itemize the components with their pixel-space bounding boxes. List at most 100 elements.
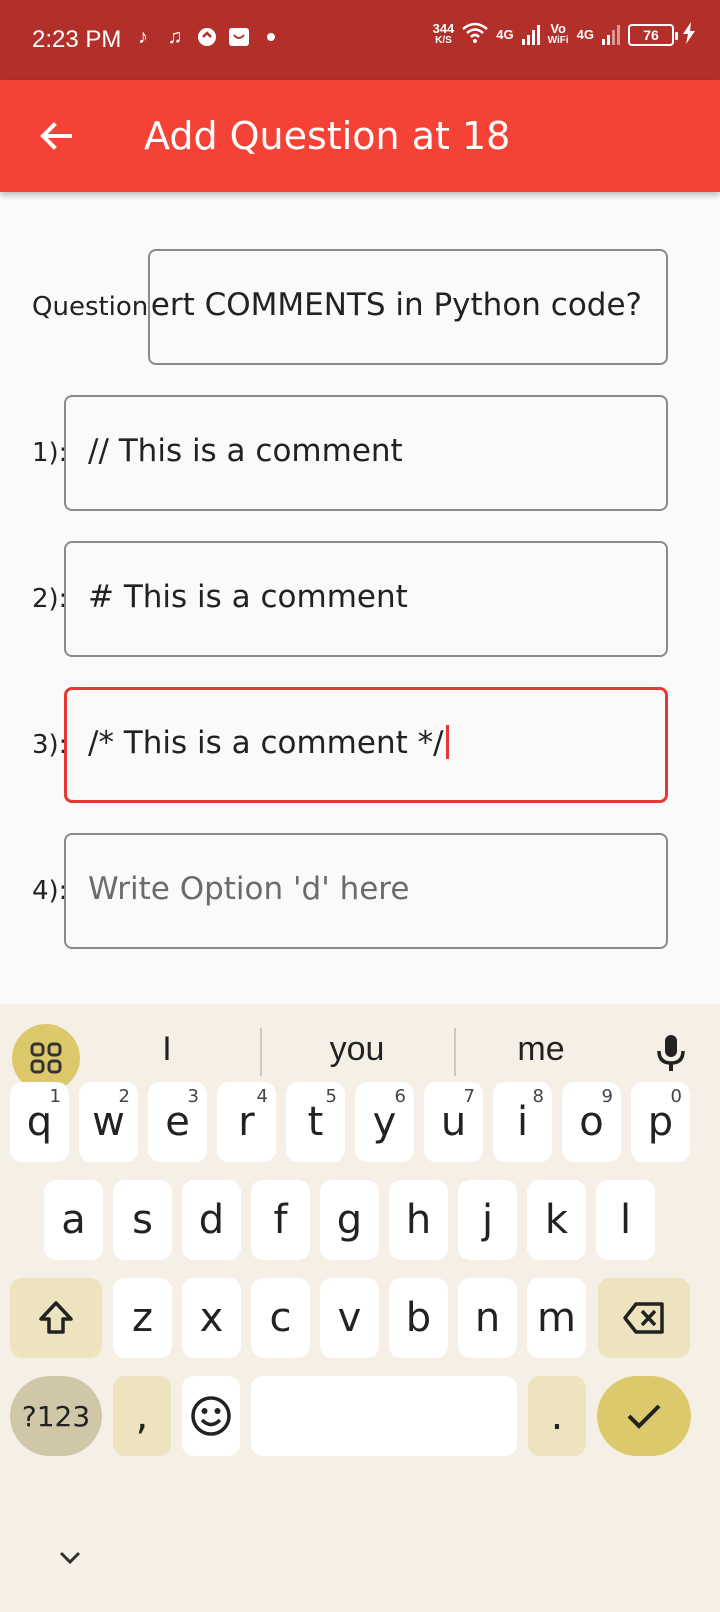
- key-label: h: [405, 1197, 432, 1243]
- key-n[interactable]: n: [458, 1278, 517, 1358]
- microphone-icon: [657, 1035, 685, 1071]
- key-label: i: [516, 1099, 529, 1145]
- key-number-hint: 9: [601, 1086, 613, 1107]
- space-key[interactable]: [251, 1376, 517, 1456]
- option-3-value: /* This is a comment */: [88, 725, 444, 761]
- back-button[interactable]: [28, 108, 84, 164]
- key-b[interactable]: b: [389, 1278, 448, 1358]
- system-indicators: 344 K/S 4G Vo WiFi 4G 76: [433, 22, 696, 47]
- suggestion-1[interactable]: I: [92, 1030, 242, 1069]
- key-d[interactable]: d: [182, 1180, 241, 1260]
- sync-app-icon: [196, 24, 218, 50]
- app-bar: Add Question at 18: [0, 80, 720, 192]
- key-label: g: [336, 1197, 363, 1243]
- option-4-input[interactable]: Write Option 'd' here: [64, 833, 668, 949]
- key-c[interactable]: c: [251, 1278, 310, 1358]
- wifi-icon: [462, 22, 489, 47]
- network-speed: 344 K/S: [432, 20, 455, 46]
- key-number-hint: 0: [670, 1086, 682, 1107]
- key-s[interactable]: s: [113, 1180, 172, 1260]
- charging-bolt-icon: [682, 22, 696, 47]
- key-label: x: [199, 1295, 224, 1341]
- key-a[interactable]: a: [44, 1180, 103, 1260]
- mail-app-icon: [228, 24, 250, 50]
- key-label: c: [269, 1295, 292, 1341]
- voice-input-button[interactable]: [646, 1028, 696, 1078]
- key-number-hint: 2: [118, 1086, 130, 1107]
- key-o[interactable]: o9: [562, 1082, 621, 1162]
- option-2-label: 2):: [32, 584, 68, 614]
- key-j[interactable]: j: [458, 1180, 517, 1260]
- key-u[interactable]: u7: [424, 1082, 483, 1162]
- key-v[interactable]: v: [320, 1278, 379, 1358]
- status-time: 2:23 PM: [32, 26, 122, 53]
- notification-icons: ♪ ♫: [132, 24, 282, 50]
- key-number-hint: 4: [256, 1086, 268, 1107]
- key-x[interactable]: x: [182, 1278, 241, 1358]
- signal-strength-icon: [521, 24, 540, 45]
- status-bar: 2:23 PM ♪ ♫ 344 K/S 4G Vo WiFi 4G 76: [0, 0, 720, 80]
- key-e[interactable]: e3: [148, 1082, 207, 1162]
- shift-key[interactable]: [10, 1278, 102, 1358]
- key-f[interactable]: f: [251, 1180, 310, 1260]
- signal-strength-2-icon: [602, 24, 620, 45]
- key-m[interactable]: m: [527, 1278, 586, 1358]
- key-number-hint: 3: [187, 1086, 199, 1107]
- key-label: q: [26, 1099, 53, 1145]
- battery-icon: 76: [628, 23, 678, 46]
- arrow-left-icon: [40, 122, 72, 150]
- chevron-down-icon: [59, 1551, 81, 1565]
- key-label: t: [307, 1099, 324, 1145]
- grid-icon: [30, 1042, 62, 1074]
- key-i[interactable]: i8: [493, 1082, 552, 1162]
- option-1-label: 1):: [32, 438, 68, 468]
- lte-label-1: 4G: [496, 27, 514, 42]
- key-label: b: [405, 1295, 432, 1341]
- key-r[interactable]: r4: [217, 1082, 276, 1162]
- key-label: l: [619, 1197, 632, 1243]
- key-l[interactable]: l: [596, 1180, 655, 1260]
- key-label: p: [647, 1099, 674, 1145]
- key-z[interactable]: z: [113, 1278, 172, 1358]
- suggestion-2[interactable]: you: [282, 1030, 432, 1069]
- key-k[interactable]: k: [527, 1180, 586, 1260]
- comma-key[interactable]: ,: [113, 1376, 171, 1456]
- music-note-icon: ♫: [167, 25, 183, 48]
- key-number-hint: 1: [49, 1086, 61, 1107]
- key-t[interactable]: t5: [286, 1082, 345, 1162]
- vowifi-indicator: Vo WiFi: [547, 20, 569, 46]
- key-p[interactable]: p0: [631, 1082, 690, 1162]
- option-3-input[interactable]: /* This is a comment */: [64, 687, 668, 803]
- soft-keyboard: I you me ?123 , . q1w2e3r4t5y6u7i8o9p0as…: [0, 1004, 720, 1612]
- key-h[interactable]: h: [389, 1180, 448, 1260]
- period-key[interactable]: .: [528, 1376, 586, 1456]
- key-label: r: [238, 1099, 255, 1145]
- suggestion-3[interactable]: me: [466, 1030, 616, 1069]
- key-label: k: [544, 1197, 569, 1243]
- symbols-key[interactable]: ?123: [10, 1376, 102, 1456]
- lte-label-2: 4G: [576, 27, 594, 42]
- checkmark-icon: [627, 1404, 661, 1429]
- backspace-key[interactable]: [598, 1278, 690, 1358]
- suggestion-divider: [454, 1028, 456, 1076]
- key-label: a: [61, 1197, 86, 1243]
- hide-keyboard-button[interactable]: [50, 1538, 90, 1578]
- option-1-value: // This is a comment: [88, 433, 403, 469]
- key-label: f: [273, 1197, 288, 1243]
- question-input[interactable]: ısert COMMENTS in Python code?: [148, 249, 668, 365]
- key-y[interactable]: y6: [355, 1082, 414, 1162]
- more-notifications-dot-icon: [260, 24, 282, 50]
- key-label: y: [372, 1099, 397, 1145]
- option-1-input[interactable]: // This is a comment: [64, 395, 668, 511]
- key-label: v: [337, 1295, 362, 1341]
- key-g[interactable]: g: [320, 1180, 379, 1260]
- done-key[interactable]: [597, 1376, 691, 1456]
- key-label: s: [132, 1197, 153, 1243]
- option-2-input[interactable]: # This is a comment: [64, 541, 668, 657]
- key-q[interactable]: q1: [10, 1082, 69, 1162]
- key-w[interactable]: w2: [79, 1082, 138, 1162]
- key-label: u: [440, 1099, 467, 1145]
- key-label: n: [474, 1295, 501, 1341]
- option-3-label: 3):: [32, 730, 68, 760]
- emoji-key[interactable]: [182, 1376, 240, 1456]
